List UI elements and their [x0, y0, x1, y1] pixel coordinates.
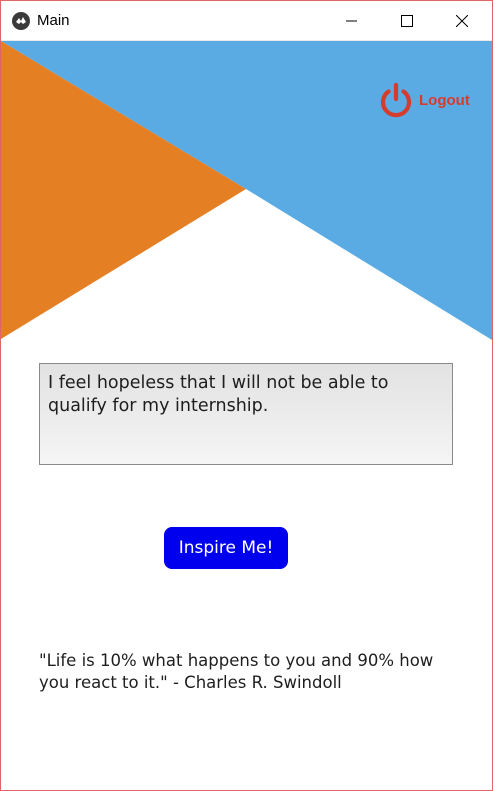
app-logo-icon — [12, 12, 30, 30]
close-icon — [456, 14, 468, 27]
app-window: Main Logout I feel hopeless that I will … — [0, 0, 493, 791]
quote-text: "Life is 10% what happens to you and 90%… — [39, 651, 434, 692]
minimize-button[interactable] — [329, 1, 375, 40]
feeling-text-input[interactable]: I feel hopeless that I will not be able … — [39, 363, 453, 465]
logout-button[interactable]: Logout — [378, 82, 470, 118]
title-bar[interactable]: Main — [1, 1, 492, 41]
inspire-me-button[interactable]: Inspire Me! — [164, 527, 288, 569]
window-title: Main — [37, 12, 70, 29]
maximize-button[interactable] — [384, 1, 430, 40]
power-icon — [380, 82, 412, 118]
close-button[interactable] — [439, 1, 485, 40]
main-content: Logout I feel hopeless that I will not b… — [1, 41, 492, 790]
minimize-icon — [346, 20, 357, 21]
logout-label: Logout — [419, 91, 470, 109]
maximize-icon — [401, 14, 413, 27]
